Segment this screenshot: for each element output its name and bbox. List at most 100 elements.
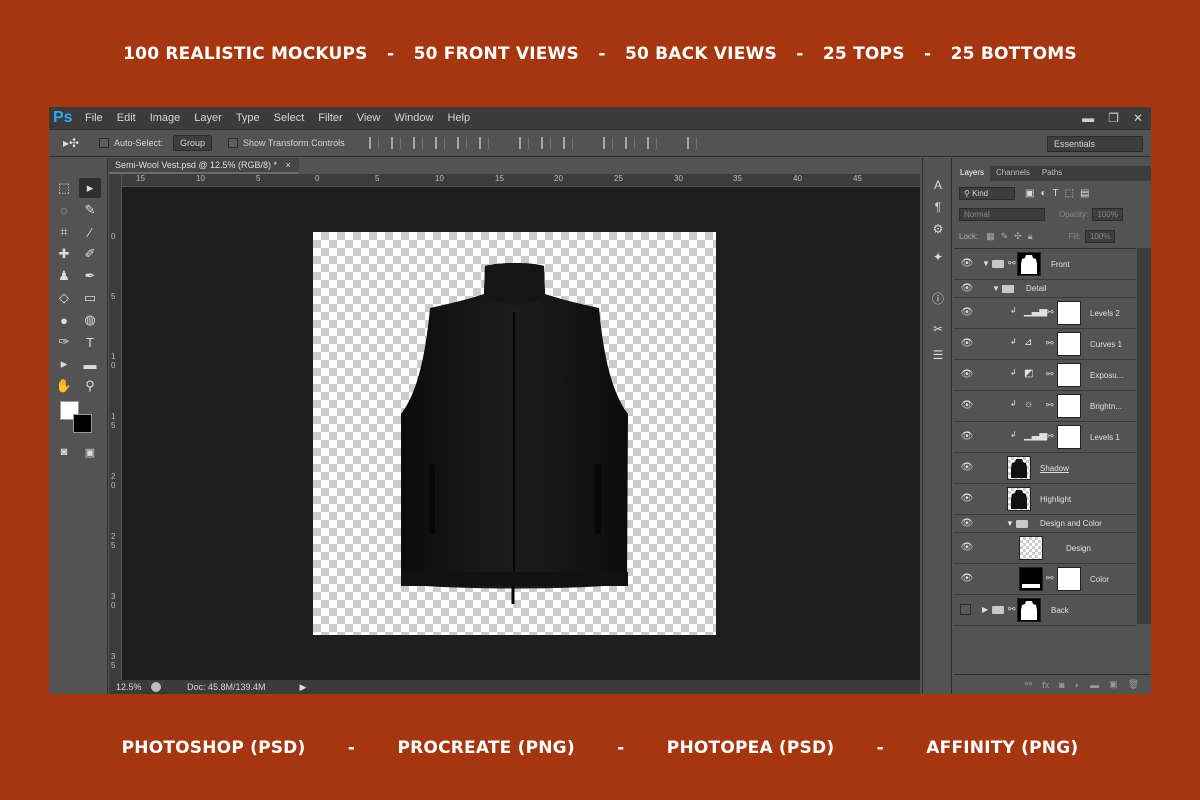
menu-select[interactable]: Select bbox=[274, 112, 305, 124]
layer-row[interactable]: ▶ ⚯ Back bbox=[954, 595, 1136, 626]
glyphs-panel-icon[interactable]: ⚙ bbox=[930, 222, 946, 238]
move-tool-icon[interactable]: ▸✣ bbox=[63, 136, 99, 150]
status-info-icon[interactable] bbox=[151, 682, 161, 692]
layer-row[interactable]: 👁︎ ▼ Detail bbox=[954, 280, 1136, 298]
layers-scrollbar[interactable] bbox=[1137, 248, 1151, 624]
adjustment-layer-icon[interactable]: ◐ bbox=[1075, 680, 1080, 690]
visibility-eye-icon[interactable]: 👁︎ bbox=[960, 369, 974, 380]
visibility-eye-icon[interactable]: 👁︎ bbox=[960, 431, 974, 442]
tab-layers[interactable]: Layers bbox=[954, 166, 991, 181]
type-tool-icon[interactable]: T bbox=[79, 332, 101, 352]
close-icon[interactable]: ✕ bbox=[1133, 111, 1143, 125]
new-group-icon[interactable]: ▬ bbox=[1090, 680, 1099, 690]
layer-row[interactable]: 👁︎ ▼ ⚯ Front bbox=[954, 249, 1136, 280]
minimize-icon[interactable]: ▬ bbox=[1082, 111, 1094, 125]
auto-select-checkbox[interactable] bbox=[99, 138, 109, 148]
auto-align-icon[interactable] bbox=[686, 137, 697, 149]
layer-row[interactable]: 👁︎ Design bbox=[954, 533, 1136, 564]
stamp-tool-icon[interactable]: ♟ bbox=[53, 266, 75, 286]
distribute-center-icon[interactable] bbox=[624, 137, 635, 149]
healing-tool-icon[interactable]: ✚ bbox=[53, 244, 75, 264]
new-layer-icon[interactable]: ▣ bbox=[1109, 679, 1118, 690]
document-tab[interactable]: Semi-Wool Vest.psd @ 12.5% (RGB/8) * × bbox=[109, 158, 299, 174]
distribute-right-icon[interactable] bbox=[646, 137, 657, 149]
distribute-bottom-icon[interactable] bbox=[562, 137, 573, 149]
layer-row[interactable]: 👁︎ ▼ Design and Color bbox=[954, 515, 1136, 533]
align-top-icon[interactable] bbox=[368, 137, 379, 149]
visibility-eye-icon[interactable]: 👁︎ bbox=[960, 518, 974, 529]
expand-triangle-icon[interactable]: ▼ bbox=[982, 259, 990, 268]
visibility-toggle-off[interactable] bbox=[960, 604, 971, 615]
brush-tool-icon[interactable]: ✐ bbox=[79, 244, 101, 264]
shape-tool-icon[interactable]: ▬ bbox=[79, 354, 101, 374]
menu-edit[interactable]: Edit bbox=[117, 112, 136, 124]
menu-help[interactable]: Help bbox=[447, 112, 470, 124]
layer-row[interactable]: 👁︎ ↲ ▁▃▅ ⚯ Levels 1 bbox=[954, 422, 1136, 453]
menu-view[interactable]: View bbox=[357, 112, 381, 124]
properties-panel-icon[interactable]: ☰ bbox=[930, 348, 946, 364]
restore-icon[interactable]: ❐ bbox=[1108, 111, 1119, 125]
layer-row[interactable]: 👁︎ Shadow bbox=[954, 453, 1136, 484]
visibility-eye-icon[interactable]: 👁︎ bbox=[960, 338, 974, 349]
layer-row[interactable]: 👁︎ Highlight bbox=[954, 484, 1136, 515]
gradient-tool-icon[interactable]: ▭ bbox=[79, 288, 101, 308]
lasso-tool-icon[interactable]: ◌ bbox=[53, 200, 75, 220]
visibility-eye-icon[interactable]: 👁︎ bbox=[960, 400, 974, 411]
marquee-tool-icon[interactable]: ⬚ bbox=[53, 178, 75, 198]
dodge-tool-icon[interactable]: ◍ bbox=[79, 310, 101, 330]
blend-mode-dropdown[interactable]: Normal bbox=[959, 207, 1045, 221]
layer-row[interactable]: 👁︎ ↲ ◩ ⚯ Exposu... bbox=[954, 360, 1136, 391]
character-panel-icon[interactable]: A bbox=[930, 178, 946, 194]
show-transform-checkbox[interactable] bbox=[228, 138, 239, 148]
expand-triangle-icon[interactable]: ▼ bbox=[1006, 519, 1014, 528]
transparent-canvas[interactable] bbox=[313, 232, 716, 635]
zoom-level[interactable]: 12.5% bbox=[109, 682, 143, 692]
tab-paths[interactable]: Paths bbox=[1036, 166, 1068, 181]
tab-channels[interactable]: Channels bbox=[990, 166, 1036, 181]
path-select-icon[interactable]: ▸ bbox=[53, 354, 75, 374]
hand-tool-icon[interactable]: ✋ bbox=[53, 376, 75, 396]
opacity-input[interactable]: 100% bbox=[1092, 207, 1123, 221]
zoom-tool-icon[interactable]: ⚲ bbox=[79, 376, 101, 396]
paragraph-panel-icon[interactable]: ¶ bbox=[930, 200, 946, 216]
add-mask-icon[interactable]: ◙ bbox=[1059, 680, 1064, 690]
filter-kind-dropdown[interactable]: ⚲ Kind bbox=[959, 186, 1015, 200]
menu-filter[interactable]: Filter bbox=[318, 112, 342, 124]
info-panel-icon[interactable]: ⓘ bbox=[930, 290, 946, 306]
tool-presets-icon[interactable]: ✂ bbox=[930, 322, 946, 338]
status-arrow-icon[interactable]: ▶ bbox=[300, 682, 307, 693]
pen-tool-icon[interactable]: ✑ bbox=[53, 332, 75, 352]
move-tool-icon[interactable]: ▸ bbox=[79, 178, 101, 198]
delete-layer-icon[interactable]: 🗑︎ bbox=[1128, 679, 1139, 690]
eraser-tool-icon[interactable]: ◇ bbox=[53, 288, 75, 308]
menu-type[interactable]: Type bbox=[236, 112, 260, 124]
document-canvas-area[interactable]: 15 10 5 0 5 10 15 20 25 30 35 40 45 0 5 … bbox=[109, 174, 920, 680]
link-layers-icon[interactable]: ⚯ bbox=[1025, 679, 1033, 690]
collapse-triangle-icon[interactable]: ▶ bbox=[982, 605, 988, 614]
lock-icons[interactable]: ▦✎✣🔒︎ bbox=[986, 231, 1038, 242]
align-bottom-icon[interactable] bbox=[412, 137, 423, 149]
layer-row[interactable]: 👁︎ ⚯ Color bbox=[954, 564, 1136, 595]
layer-row[interactable]: 👁︎ ↲ ⊿ ⚯ Curves 1 bbox=[954, 329, 1136, 360]
visibility-eye-icon[interactable]: 👁︎ bbox=[960, 493, 974, 504]
menu-layer[interactable]: Layer bbox=[194, 112, 222, 124]
visibility-eye-icon[interactable]: 👁︎ bbox=[960, 307, 974, 318]
blur-tool-icon[interactable]: ● bbox=[53, 310, 75, 330]
crop-tool-icon[interactable]: ⌗ bbox=[53, 222, 75, 242]
distribute-middle-icon[interactable] bbox=[540, 137, 551, 149]
align-center-icon[interactable] bbox=[456, 137, 467, 149]
history-brush-icon[interactable]: ✒ bbox=[79, 266, 101, 286]
align-middle-icon[interactable] bbox=[390, 137, 401, 149]
eyedropper-icon[interactable]: ⁄ bbox=[79, 222, 101, 242]
auto-select-dropdown[interactable]: Group bbox=[173, 135, 213, 151]
background-color-swatch[interactable] bbox=[73, 414, 92, 433]
fill-input[interactable]: 100% bbox=[1084, 229, 1116, 243]
workspace-dropdown[interactable]: Essentials bbox=[1047, 136, 1143, 152]
layer-row[interactable]: 👁︎ ↲ ▁▃▅ ⚯ Levels 2 bbox=[954, 298, 1136, 329]
visibility-eye-icon[interactable]: 👁︎ bbox=[960, 283, 974, 294]
menu-file[interactable]: File bbox=[85, 112, 103, 124]
align-right-icon[interactable] bbox=[478, 137, 489, 149]
layer-style-icon[interactable]: fx bbox=[1042, 680, 1049, 690]
menu-window[interactable]: Window bbox=[394, 112, 433, 124]
layer-row[interactable]: 👁︎ ↲ ☼ ⚯ Brightn... bbox=[954, 391, 1136, 422]
